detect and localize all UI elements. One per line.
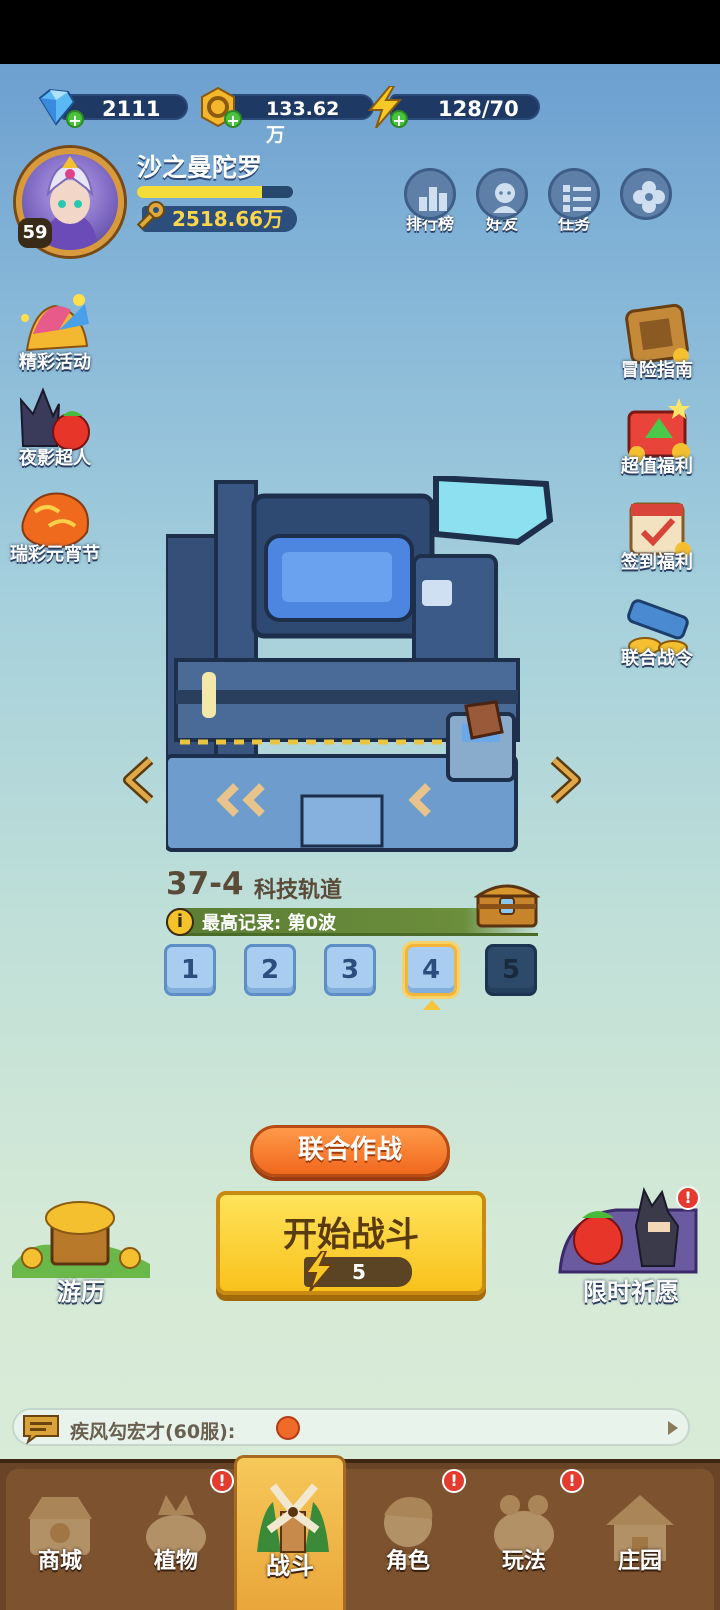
chat-bubble-icon [23,1415,59,1444]
ranking-icon [419,187,447,211]
key-icon [136,201,165,231]
friends-button[interactable]: 好友 [474,168,530,234]
modes-alert-icon: ! [560,1469,584,1493]
next-stage-arrow-icon[interactable] [546,756,582,804]
player-name: 沙之曼陀罗 [137,153,263,182]
menu-button[interactable] [618,168,674,220]
treasure-chest-icon[interactable] [474,876,540,928]
start-battle-button[interactable]: 开始战斗 5 [216,1191,486,1295]
ranking-button[interactable]: 排行榜 [402,168,458,234]
start-cost: 5 [304,1251,412,1291]
roles-alert-icon: ! [442,1469,466,1493]
wish-alert-icon: ! [676,1186,700,1210]
emoji-icon [276,1416,300,1440]
level-button-2[interactable]: 2 [244,944,296,996]
adventure-guide-button[interactable]: 冒险指南 [602,298,712,382]
ranking-circle [404,168,456,220]
nav-roles[interactable]: 角色 [352,1479,464,1610]
menu-circle [620,168,672,220]
tasks-button[interactable]: 任务 [546,168,602,234]
nav-manor[interactable]: 庄园 [584,1479,696,1610]
info-icon[interactable]: i [166,908,194,936]
player-level: 59 [18,218,52,248]
nav-modes[interactable]: 玩法 [468,1479,580,1610]
lantern-festival-label: 瑞彩元宵节 [10,544,100,565]
power-display: 2518.66万 [136,201,298,232]
nav-battle-label: 战斗 [266,1552,314,1580]
value-benefits-button[interactable]: 超值福利 [602,394,712,478]
battlepass-button[interactable]: 联合战令 [602,586,712,670]
nav-manor-label: 庄园 [617,1549,662,1574]
gold-plus-icon[interactable]: + [224,110,242,129]
diamond-counter[interactable]: 2111 + [34,88,189,129]
previous-stage-arrow-icon[interactable] [122,756,158,804]
diamond-plus-icon[interactable]: + [66,110,84,129]
power-value: 2518.66万 [172,207,284,231]
stage-number: 37-4 [166,866,244,902]
stage-name: 科技轨道 [254,878,343,903]
events-button[interactable]: 精彩活动 [0,290,110,374]
friends-circle [476,168,528,220]
events-label: 精彩活动 [19,352,91,373]
level-button-1[interactable]: 1 [164,944,216,996]
adventure-guide-label: 冒险指南 [621,360,693,381]
clover-menu-icon [633,181,665,213]
travel-label: 游历 [57,1278,105,1306]
coop-battle-button[interactable]: 联合作战 [250,1125,450,1177]
night-hero-label: 夜影超人 [19,448,91,469]
checkin-benefits-button[interactable]: 签到福利 [602,490,712,574]
xp-bar [137,186,293,198]
bottom-nav: 商城 植物 ! 战斗 角色 ! 玩法 ! 庄园 [0,1455,720,1610]
nav-plants-label: 植物 [153,1549,198,1574]
energy-plus-icon[interactable]: + [390,110,408,129]
gold-counter[interactable]: 133.62万 + [196,86,374,146]
level-button-5[interactable]: 5 [485,944,537,996]
nav-modes-label: 玩法 [501,1549,546,1574]
lantern-festival-button[interactable]: 瑞彩元宵节 [0,482,110,566]
checkin-benefits-label: 签到福利 [621,552,693,573]
travel-treasure-icon [12,1201,150,1278]
start-cost-value: 5 [352,1260,366,1284]
plants-alert-icon: ! [210,1469,234,1493]
chat-expand-icon[interactable] [668,1421,678,1435]
battlepass-label: 联合战令 [621,648,693,669]
nav-shop-label: 商城 [37,1549,82,1574]
tasks-circle [548,168,600,220]
energy-value: 128/70 [390,94,540,121]
battle-windmill-icon [257,1483,329,1553]
chat-bar[interactable]: 疾风勾宏才(60服): [12,1408,690,1446]
level-button-4[interactable]: 4 [405,944,457,996]
value-benefits-label: 超值福利 [621,456,693,477]
best-record-text: 最高记录: 第0波 [202,913,336,934]
night-hero-button[interactable]: 夜影超人 [0,386,110,470]
status-bar [0,0,720,64]
lightning-cost-icon [304,1251,334,1291]
level-button-3[interactable]: 3 [324,944,376,996]
nav-roles-label: 角色 [385,1549,430,1574]
nav-shop[interactable]: 商城 [4,1479,116,1610]
tech-track-machine-image [166,476,554,852]
xp-fill [137,186,262,198]
friends-icon [493,183,517,213]
selected-level-pointer-icon [423,1000,441,1010]
gold-value: 133.62万 [222,94,374,146]
energy-counter[interactable]: 128/70 + [364,86,540,129]
nav-battle[interactable]: 战斗 [234,1455,346,1610]
nav-plants[interactable]: 植物 [120,1479,232,1610]
travel-button[interactable]: 游历 [6,1194,156,1307]
game-screen: 2111 + 133.62万 + 128/70 + 59 沙之曼陀罗 2518.… [0,64,720,1610]
chat-message: 疾风勾宏才(60服): [70,1421,236,1443]
limited-wish-label: 限时祈愿 [583,1278,679,1306]
tasks-icon [563,185,591,212]
start-battle-label: 开始战斗 [283,1215,419,1255]
